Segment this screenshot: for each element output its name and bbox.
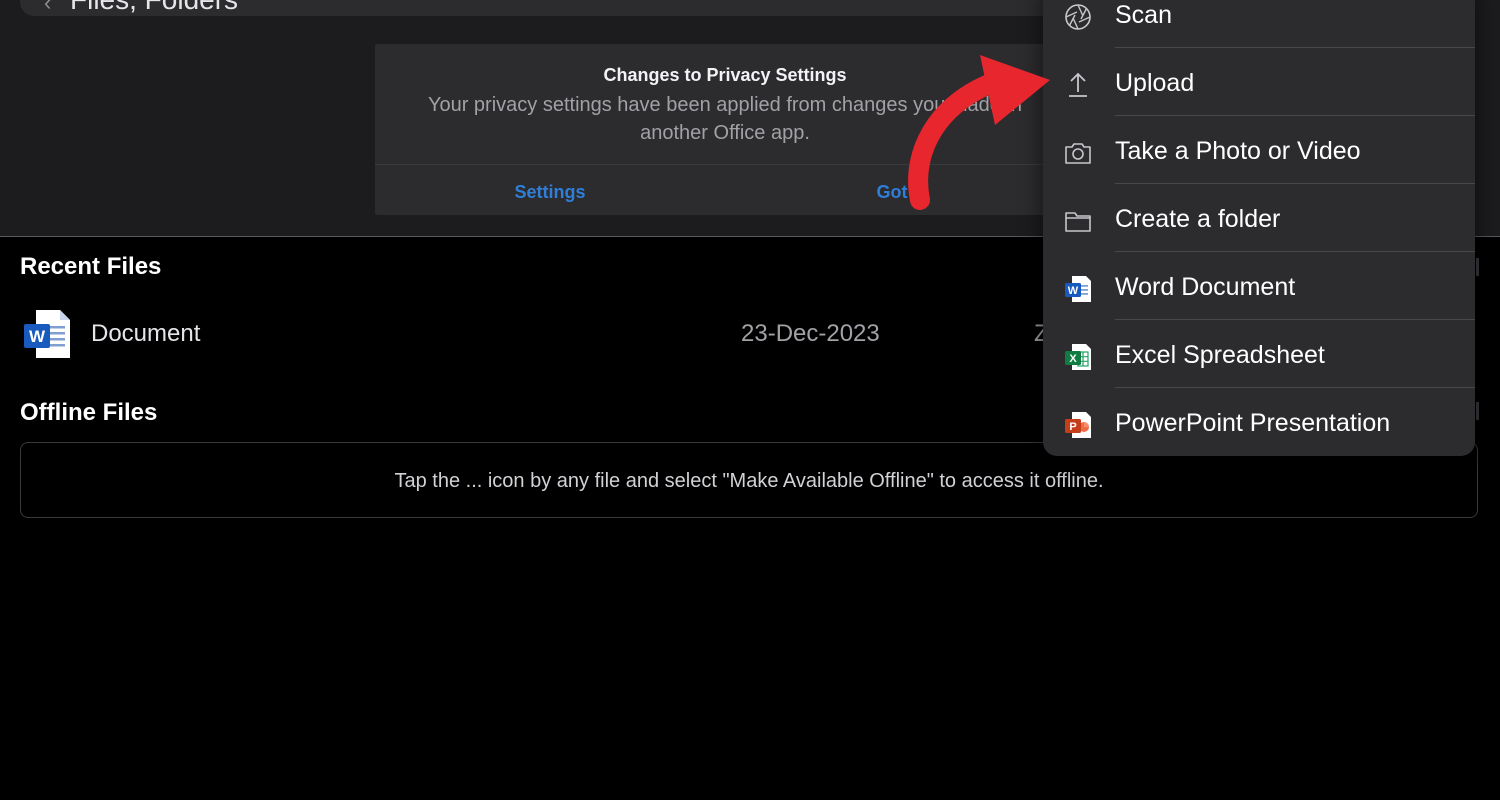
chevron-left-icon[interactable]: ‹ [44, 0, 51, 16]
breadcrumb-bar[interactable]: ‹ Files, Folders [20, 0, 1120, 16]
powerpoint-icon: P [1065, 412, 1091, 438]
aperture-icon [1065, 4, 1091, 30]
file-name: Document [91, 320, 201, 347]
menu-item-label: Take a Photo or Video [1115, 137, 1361, 165]
recent-files-heading: Recent Files [20, 253, 162, 280]
menu-item-excel-spreadsheet[interactable]: X Excel Spreadsheet [1043, 320, 1475, 388]
svg-text:W: W [29, 327, 46, 346]
svg-text:X: X [1069, 353, 1077, 365]
word-doc-icon: W [24, 310, 70, 358]
menu-item-take-photo[interactable]: Take a Photo or Video [1043, 116, 1475, 184]
menu-item-create-folder[interactable]: Create a folder [1043, 184, 1475, 252]
svg-text:P: P [1069, 421, 1076, 433]
menu-item-word-document[interactable]: W Word Document [1043, 252, 1475, 320]
menu-item-upload[interactable]: Upload [1043, 48, 1475, 116]
file-date: 23-Dec-2023 [741, 320, 880, 347]
menu-item-label: PowerPoint Presentation [1115, 409, 1391, 437]
scroll-indicator [1476, 258, 1479, 276]
word-icon: W [1065, 276, 1091, 302]
menu-item-label: Excel Spreadsheet [1115, 341, 1325, 369]
menu-item-label: Upload [1115, 69, 1195, 97]
create-menu: Scan Upload Take a Photo or Video Create… [1043, 0, 1475, 456]
offline-message: Tap the ... icon by any file and select … [394, 470, 1104, 492]
menu-item-label: Scan [1115, 1, 1172, 29]
annotation-arrow-icon [908, 55, 1050, 210]
settings-button[interactable]: Settings [375, 177, 725, 207]
menu-item-label: Word Document [1115, 273, 1296, 301]
menu-item-label: Create a folder [1115, 205, 1281, 233]
offline-files-heading: Offline Files [20, 399, 158, 426]
excel-icon: X [1065, 344, 1091, 370]
folder-icon [1065, 212, 1091, 232]
table-row[interactable]: W Document 23-Dec-2023 Z [20, 306, 1049, 364]
menu-item-powerpoint-presentation[interactable]: P PowerPoint Presentation [1043, 388, 1475, 456]
scroll-indicator [1476, 402, 1479, 420]
svg-text:W: W [1068, 285, 1079, 297]
menu-item-scan[interactable]: Scan [1043, 0, 1475, 48]
breadcrumb[interactable]: Files, Folders [70, 0, 238, 16]
